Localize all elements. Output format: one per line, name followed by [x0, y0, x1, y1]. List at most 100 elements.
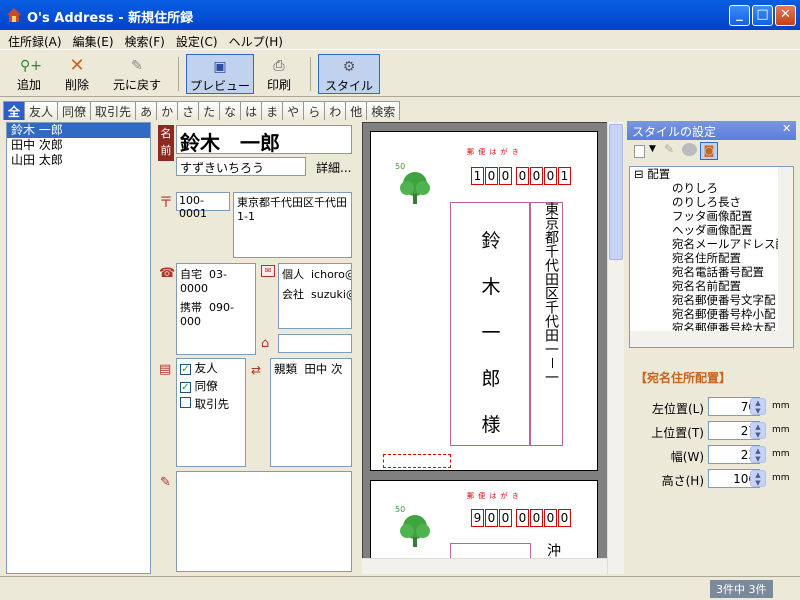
tree-vertical-scrollbar[interactable] — [778, 167, 793, 331]
tree-node[interactable]: 宛名郵便番号枠小配 — [630, 307, 793, 321]
undo-button[interactable]: ✎ 元に戻す — [108, 54, 166, 94]
tab-ha[interactable]: は — [240, 101, 263, 120]
postal-digit: 0 — [516, 167, 529, 185]
group-item[interactable]: 取引先 — [177, 395, 245, 413]
undo-quill-icon: ✎ — [131, 58, 143, 74]
close-button[interactable]: ✕ — [775, 5, 796, 26]
tab-other[interactable]: 他 — [345, 101, 368, 120]
tab-ma[interactable]: ま — [261, 101, 284, 120]
tree-node[interactable]: 宛名郵便番号文字配 — [630, 293, 793, 307]
furigana-field[interactable]: すずきいちろう — [176, 157, 306, 176]
group-book-icon: ▤ — [159, 362, 172, 377]
tab-friends[interactable]: 友人 — [24, 101, 59, 120]
preview-button[interactable]: ▣ プレビュー — [186, 54, 254, 94]
homepage-field[interactable] — [278, 334, 352, 353]
index-tabs: 全友人 同僚 取引先あかさたなはまやらわ他検索 — [3, 101, 401, 120]
menu-search[interactable]: 検索(F) — [117, 30, 168, 50]
email-label: 会社 — [282, 288, 304, 301]
spinner-icon[interactable]: ▲ ▼ — [750, 446, 766, 463]
tree-node-root[interactable]: ⊟ 配置 — [630, 167, 793, 181]
tab-ta[interactable]: た — [198, 101, 221, 120]
spinner-icon[interactable]: ▲ ▼ — [750, 470, 766, 487]
new-page-icon[interactable] — [634, 145, 645, 158]
menu-edit[interactable]: 編集(E) — [65, 30, 117, 50]
style-tree[interactable]: ⊟ 配置 のりしろ のりしろ長さ フッタ画像配置 ヘッダ画像配置 宛名メールアド… — [629, 166, 794, 348]
menu-help[interactable]: ヘルプ(H) — [221, 30, 286, 50]
add-person-icon: ⚲+ — [20, 58, 42, 74]
tab-search[interactable]: 検索 — [366, 101, 401, 120]
detail-button[interactable]: 詳細... — [316, 159, 351, 176]
tab-clients[interactable]: 取引先 — [90, 101, 137, 120]
toolbar-separator — [310, 57, 311, 91]
postal-code-field[interactable]: 100-0001 — [176, 192, 230, 220]
toolbar: ⚲+ 追加 ✕ 削除 ✎ 元に戻す ▣ プレビュー ⎙ 印刷 ⚙ スタイル — [0, 51, 800, 97]
chevron-down-icon[interactable]: ▼ — [649, 144, 656, 154]
tab-na[interactable]: な — [219, 101, 242, 120]
spinner-icon[interactable]: ▲ ▼ — [750, 398, 766, 415]
title-bar[interactable]: O's Address - 新規住所録 _ □ ✕ — [0, 0, 800, 30]
tree-node[interactable]: 宛名メールアドレス配 — [630, 237, 793, 251]
relation-value: 田中 次 — [304, 362, 343, 376]
tree-node[interactable]: 宛名名前配置 — [630, 279, 793, 293]
menu-addressbook[interactable]: 住所録(A) — [0, 30, 65, 50]
checkbox-unchecked-icon — [180, 397, 191, 408]
name-list[interactable]: 鈴木 一郎 田中 次郎 山田 太郎 — [6, 122, 151, 574]
list-item[interactable]: 田中 次郎 — [7, 138, 150, 153]
postcard-preview[interactable]: 郵 便 は が き 50 1000001 鈴 木 一 郎 様 東京都千代田区千代… — [362, 122, 623, 574]
tab-colleagues[interactable]: 同僚 — [57, 101, 92, 120]
blob-icon[interactable] — [682, 143, 697, 156]
maximize-button[interactable]: □ — [752, 5, 773, 26]
print-button[interactable]: ⎙ 印刷 — [258, 54, 300, 94]
memo-field[interactable] — [176, 471, 352, 572]
recipient-name: 鈴 木 一 郎 様 — [481, 230, 501, 436]
relation-list[interactable]: 親類 田中 次 — [270, 358, 352, 467]
image-setting-icon[interactable]: ◙ — [700, 142, 718, 160]
scroll-thumb[interactable] — [609, 124, 623, 260]
address-field[interactable]: 東京都千代田区千代田1-1 — [233, 192, 352, 258]
list-item[interactable]: 鈴木 一郎 — [7, 123, 150, 138]
monitor-icon: ▣ — [213, 59, 227, 75]
email-list[interactable]: 個人 ichoro@ 会社 suzuki@ — [278, 263, 352, 329]
tree-node[interactable]: 宛名電話番号配置 — [630, 265, 793, 279]
tab-sa[interactable]: さ — [177, 101, 200, 120]
phone-list[interactable]: 自宅 03-0000 携帯 090-000 — [176, 263, 256, 355]
group-list[interactable]: ✓ 友人 ✓ 同僚 取引先 — [176, 358, 246, 467]
record-count: 3件中 3件 — [710, 580, 773, 598]
name-field[interactable]: 鈴木 一郎 — [176, 125, 352, 155]
list-item[interactable]: 山田 太郎 — [7, 153, 150, 168]
postal-boxes: 9000000 — [471, 509, 572, 527]
preview-vertical-scrollbar[interactable] — [607, 122, 624, 574]
unit-label: mm — [772, 473, 790, 483]
add-button[interactable]: ⚲+ 追加 — [8, 54, 50, 94]
group-item[interactable]: ✓ 友人 — [177, 359, 245, 377]
tab-ra[interactable]: ら — [303, 101, 326, 120]
postal-digit: 0 — [516, 509, 529, 527]
email-icon: ✉ — [261, 265, 275, 277]
spinner-icon[interactable]: ▲ ▼ — [750, 422, 766, 439]
close-icon[interactable]: ✕ — [782, 122, 791, 135]
preview-horizontal-scrollbar[interactable] — [362, 558, 607, 574]
quill-icon[interactable]: ✎ — [664, 142, 674, 156]
tree-node[interactable]: ヘッダ画像配置 — [630, 223, 793, 237]
delete-button[interactable]: ✕ 削除 — [56, 54, 98, 94]
field-label: 高さ(H) — [661, 474, 704, 488]
tab-a[interactable]: あ — [135, 101, 158, 120]
tree-node[interactable]: フッタ画像配置 — [630, 209, 793, 223]
tab-ka[interactable]: か — [156, 101, 179, 120]
tab-all[interactable]: 全 — [3, 101, 26, 120]
tree-node[interactable]: のりしろ長さ — [630, 195, 793, 209]
section-title: 【宛名住所配置】 — [635, 371, 732, 385]
tab-ya[interactable]: や — [282, 101, 305, 120]
tree-horizontal-scrollbar[interactable] — [630, 331, 793, 347]
group-item[interactable]: ✓ 同僚 — [177, 377, 245, 395]
tab-wa[interactable]: わ — [324, 101, 347, 120]
postal-boxes: 1000001 — [471, 167, 572, 185]
style-button[interactable]: ⚙ スタイル — [318, 54, 380, 94]
minimize-button[interactable]: _ — [729, 5, 750, 26]
menu-settings[interactable]: 設定(C) — [168, 30, 221, 50]
tree-node[interactable]: 宛名住所配置 — [630, 251, 793, 265]
tree-node[interactable]: のりしろ — [630, 181, 793, 195]
postal-digit: 0 — [499, 167, 512, 185]
stamp: 50 — [393, 505, 441, 555]
postal-digit: 0 — [544, 167, 557, 185]
